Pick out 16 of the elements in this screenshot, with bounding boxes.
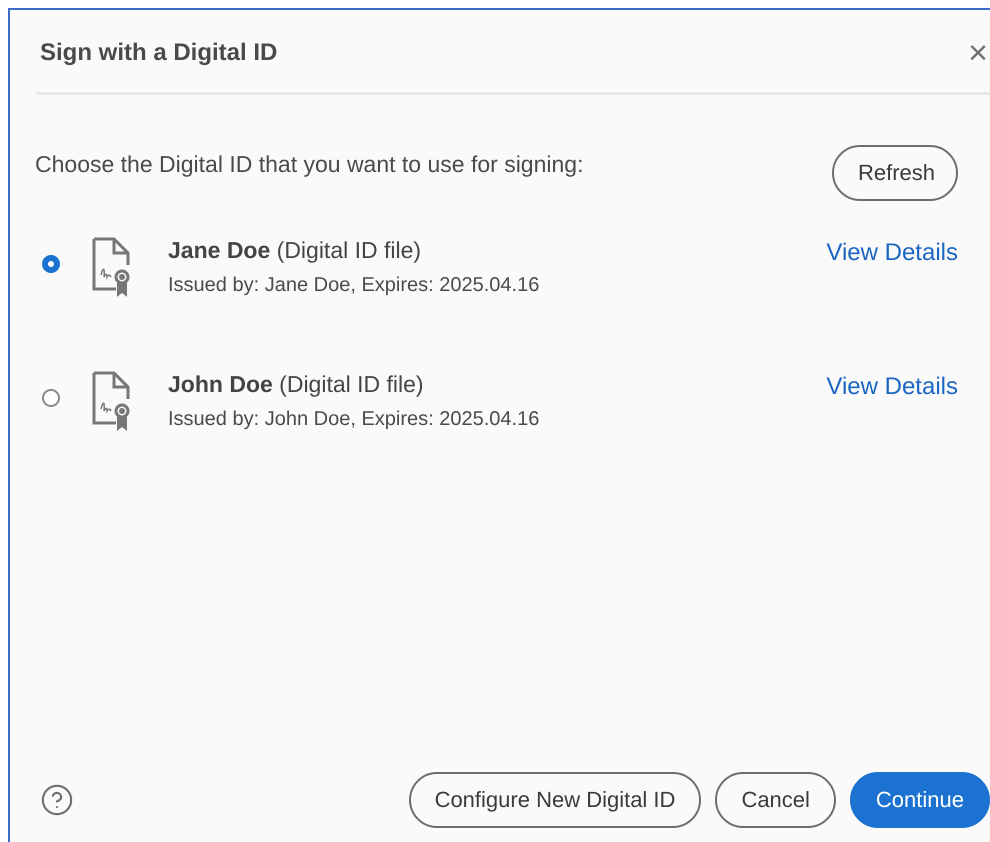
configure-button[interactable]: Configure New Digital ID (408, 772, 702, 828)
view-details-link[interactable]: View Details (826, 373, 958, 401)
dialog-title: Sign with a Digital ID (40, 39, 278, 67)
instruction-text: Choose the Digital ID that you want to use for signing: (35, 151, 584, 178)
close-button[interactable]: × (968, 36, 988, 70)
refresh-button[interactable]: Refresh (832, 145, 958, 201)
view-details-link[interactable]: View Details (826, 239, 958, 267)
help-icon[interactable] (40, 783, 74, 817)
digital-id-name: Jane Doe (Digital ID file) (168, 237, 422, 264)
digital-id-name: John Doe (Digital ID file) (168, 371, 425, 398)
continue-button[interactable]: Continue (850, 772, 990, 828)
cancel-button[interactable]: Cancel (715, 772, 836, 828)
issuer-text: Issued by: John Doe, Expires: 2025.04.16 (168, 408, 540, 431)
radio-button[interactable] (42, 255, 60, 273)
issuer-text: Issued by: Jane Doe, Expires: 2025.04.16 (168, 274, 540, 297)
radio-button[interactable] (42, 389, 60, 407)
